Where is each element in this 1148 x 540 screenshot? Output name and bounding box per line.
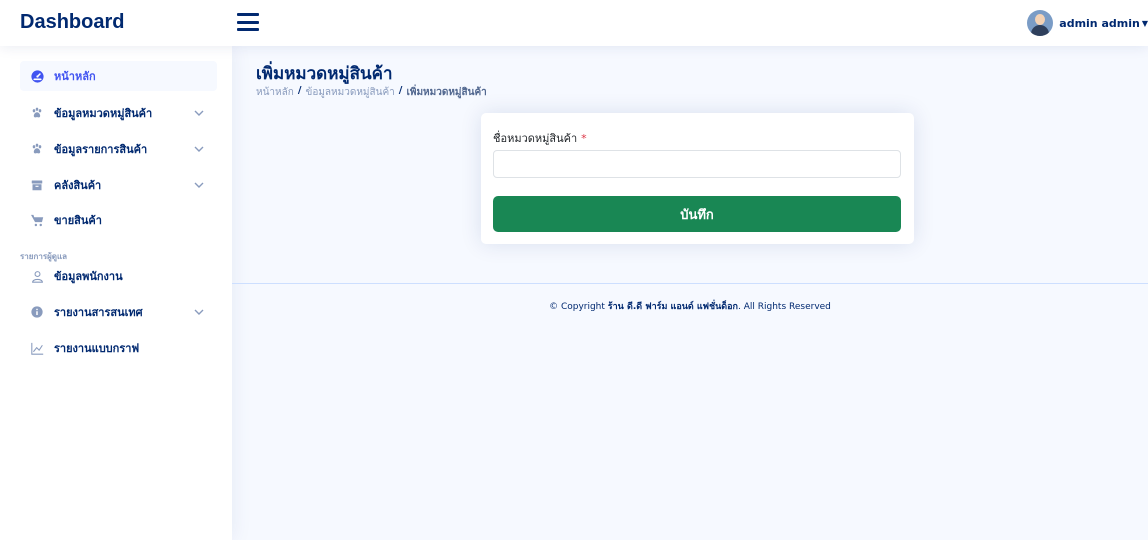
sidebar-item-label: รายงานแบบกราฟ	[54, 342, 140, 355]
breadcrumb-separator: /	[398, 85, 403, 96]
sidebar-item-graph-report[interactable]: รายงานแบบกราฟ	[20, 333, 217, 363]
cart-icon	[30, 213, 44, 227]
breadcrumb: หน้าหลัก / ข้อมูลหมวดหมู่สินค้า / เพิ่มห…	[256, 85, 487, 100]
caret-down-icon: ▼	[1141, 18, 1148, 28]
add-category-form-card: ชื่อหมวดหมู่สินค้า * บันทึก	[481, 113, 914, 244]
sidebar-item-info-report[interactable]: รายงานสารสนเทศ	[20, 297, 217, 327]
archive-icon	[30, 178, 44, 192]
footer: © Copyright ร้าน ดี.ดี ฟาร์ม แอนด์ แฟชั่…	[232, 299, 1148, 313]
user-name: admin admin	[1059, 16, 1140, 30]
required-mark: *	[581, 132, 587, 145]
sidebar-item-employee[interactable]: ข้อมูลพนักงาน	[20, 261, 217, 291]
breadcrumb-current: เพิ่มหมวดหมู่สินค้า	[406, 87, 487, 98]
avatar	[1027, 10, 1054, 36]
breadcrumb-home[interactable]: หน้าหลัก	[256, 85, 294, 100]
category-name-input[interactable]	[493, 150, 901, 178]
sidebar-item-label: ขายสินค้า	[54, 214, 102, 227]
breadcrumb-separator: /	[297, 85, 302, 96]
paw-icon	[30, 106, 44, 120]
top-header: Dashboard admin admin ▼	[0, 0, 1148, 46]
copyright-suffix: . All Rights Reserved	[738, 302, 831, 312]
sidebar-item-home[interactable]: หน้าหลัก	[20, 61, 217, 91]
sidebar-item-label: คลังสินค้า	[54, 179, 102, 192]
page-title: เพิ่มหมวดหมู่สินค้า	[256, 64, 393, 84]
graph-icon	[30, 341, 44, 355]
sidebar-item-label: หน้าหลัก	[54, 70, 96, 83]
sidebar-item-label: ข้อมูลหมวดหมู่สินค้า	[54, 107, 153, 120]
logo[interactable]: Dashboard	[20, 11, 124, 34]
chevron-down-icon	[194, 182, 204, 188]
sidebar-item-warehouse[interactable]: คลังสินค้า	[20, 170, 217, 200]
sidebar-item-sell[interactable]: ขายสินค้า	[20, 205, 217, 235]
info-circle-icon	[30, 305, 44, 319]
sidebar-item-label: ข้อมูลรายการสินค้า	[54, 143, 148, 156]
sidebar-item-category-data[interactable]: ข้อมูลหมวดหมู่สินค้า	[20, 98, 217, 128]
menu-toggle-icon[interactable]	[237, 13, 259, 31]
chevron-down-icon	[194, 110, 204, 116]
user-profile-dropdown[interactable]: admin admin ▼	[1027, 10, 1148, 36]
sidebar-item-label: รายงานสารสนเทศ	[54, 306, 143, 319]
sidebar-item-label: ข้อมูลพนักงาน	[54, 270, 123, 283]
chevron-down-icon	[194, 146, 204, 152]
category-name-label: ชื่อหมวดหมู่สินค้า *	[493, 129, 587, 147]
chevron-down-icon	[194, 309, 204, 315]
paw-icon	[30, 142, 44, 156]
dashboard-gauge-icon	[30, 69, 44, 83]
breadcrumb-section[interactable]: ข้อมูลหมวดหมู่สินค้า	[305, 85, 394, 100]
sidebar-item-product-data[interactable]: ข้อมูลรายการสินค้า	[20, 134, 217, 164]
save-button[interactable]: บันทึก	[493, 196, 901, 232]
category-name-label-text: ชื่อหมวดหมู่สินค้า	[493, 132, 578, 145]
shop-name: ร้าน ดี.ดี ฟาร์ม แอนด์ แฟชั่นด็อก	[607, 302, 739, 312]
person-icon	[30, 269, 44, 283]
sidebar: หน้าหลัก ข้อมูลหมวดหมู่สินค้า ข้อมูลรายก…	[0, 46, 232, 540]
copyright-prefix: © Copyright	[549, 302, 605, 312]
footer-divider	[232, 283, 1148, 284]
